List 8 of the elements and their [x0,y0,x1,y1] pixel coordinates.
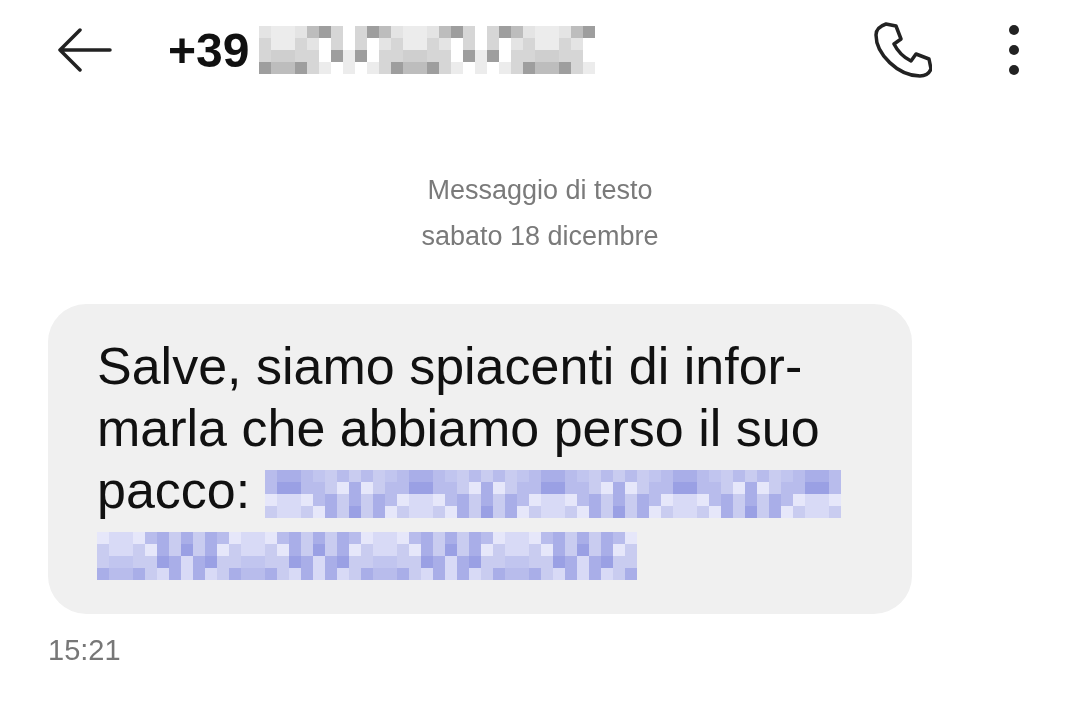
date-label: sabato 18 dicembre [421,220,659,252]
message-type-label: Messaggio di testo [427,174,653,206]
phone-icon[interactable] [872,20,932,80]
message-time: 15:21 [48,634,122,667]
contact-title: +39 [168,22,250,78]
message-text: Salve, siamo spiacenti di infor-marla che abbiamo perso il suo pacco: [97,337,820,519]
back-arrow-icon[interactable] [56,28,112,72]
more-options-icon[interactable] [1008,24,1020,76]
